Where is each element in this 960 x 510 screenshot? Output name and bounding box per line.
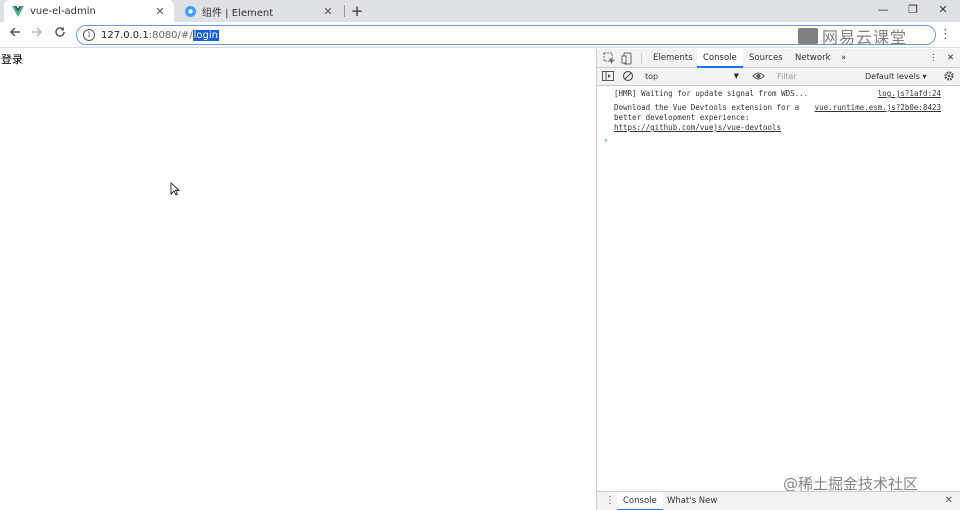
drawer-tab-whats-new[interactable]: What's New: [661, 492, 723, 510]
context-value: top: [645, 72, 659, 81]
console-message: Download the Vue Devtools extension for …: [597, 101, 960, 135]
vue-logo-icon: [12, 5, 24, 17]
clear-console-icon[interactable]: [622, 70, 635, 83]
console-prompt[interactable]: ›: [597, 135, 960, 147]
close-tab-icon[interactable]: ✕: [154, 5, 166, 18]
message-source-link[interactable]: vue.runtime.esm.js?2b0e:8423: [815, 103, 941, 113]
minimize-button[interactable]: —: [868, 0, 898, 20]
inspect-element-icon[interactable]: [603, 52, 616, 65]
element-logo-icon: [184, 5, 196, 17]
close-devtools-icon[interactable]: ✕: [941, 49, 960, 68]
tab-strip: vue-el-admin ✕ 组件 | Element ✕ + — ❐ ✕: [0, 0, 960, 22]
netease-logo-icon: [798, 28, 818, 44]
console-output: [HMR] Waiting for update signal from WDS…: [597, 87, 960, 147]
message-text: [HMR] Waiting for update signal from WDS…: [614, 89, 809, 98]
devtools-panel: Elements Console Sources Network » ⋮ ✕ t…: [596, 49, 960, 510]
drawer-menu-icon[interactable]: ⋮: [605, 495, 615, 506]
more-tabs-icon[interactable]: »: [835, 49, 852, 68]
log-levels-dropdown[interactable]: Default levels ▾: [865, 70, 929, 83]
site-info-icon[interactable]: i: [83, 29, 95, 41]
show-sidebar-icon[interactable]: [602, 70, 615, 83]
tab-elements[interactable]: Elements: [647, 49, 699, 68]
device-toolbar-icon[interactable]: [621, 52, 634, 65]
console-filter-input[interactable]: Filter: [773, 70, 857, 83]
toolbar-separator: [641, 53, 642, 64]
drawer-tab-console[interactable]: Console: [617, 492, 663, 510]
tab-console[interactable]: Console: [697, 49, 743, 68]
forward-arrow-icon[interactable]: [28, 26, 46, 44]
tab-vue-el-admin[interactable]: vue-el-admin ✕: [4, 0, 174, 22]
context-selector[interactable]: top ▼: [641, 70, 741, 83]
tab-network[interactable]: Network: [789, 49, 837, 68]
url-selected-text: login: [192, 29, 220, 41]
console-toolbar: top ▼ Filter Default levels ▾: [597, 68, 960, 86]
maximize-button[interactable]: ❐: [898, 0, 928, 20]
gear-icon[interactable]: [943, 70, 956, 83]
console-message: [HMR] Waiting for update signal from WDS…: [597, 87, 960, 101]
back-arrow-icon[interactable]: [6, 26, 24, 44]
tab-title: vue-el-admin: [30, 5, 96, 17]
url-path: :8080/#/: [148, 29, 193, 41]
login-text: 登录: [1, 53, 23, 66]
vue-devtools-link[interactable]: https://github.com/vuejs/vue-devtools: [614, 123, 781, 132]
url-host: 127.0.0.1: [101, 29, 149, 41]
reload-icon[interactable]: [51, 26, 69, 44]
live-expression-eye-icon[interactable]: [752, 70, 765, 83]
tab-separator: [344, 5, 345, 17]
watermark-text: 网易云课堂: [822, 28, 908, 47]
devtools-drawer: ⋮ Console What's New ✕: [597, 491, 960, 510]
mouse-cursor-icon: [170, 182, 181, 199]
tab-title: 组件 | Element: [202, 7, 274, 19]
tab-sources[interactable]: Sources: [743, 49, 789, 68]
new-tab-button[interactable]: +: [348, 2, 366, 20]
message-source-link[interactable]: log.js?1afd:24: [878, 89, 941, 99]
close-drawer-icon[interactable]: ✕: [945, 495, 953, 506]
tab-element[interactable]: 组件 | Element ✕: [176, 0, 342, 22]
dropdown-arrow-icon: ▼: [733, 72, 739, 80]
close-window-button[interactable]: ✕: [928, 0, 958, 20]
close-tab-icon[interactable]: ✕: [322, 5, 334, 18]
devtools-tabbar: Elements Console Sources Network » ⋮ ✕: [597, 49, 960, 68]
netease-watermark: 网易云课堂: [798, 24, 907, 48]
browser-menu-icon[interactable]: ⋮: [939, 27, 952, 42]
page-viewport: 登录: [0, 49, 596, 510]
message-text: Download the Vue Devtools extension for …: [614, 103, 800, 122]
